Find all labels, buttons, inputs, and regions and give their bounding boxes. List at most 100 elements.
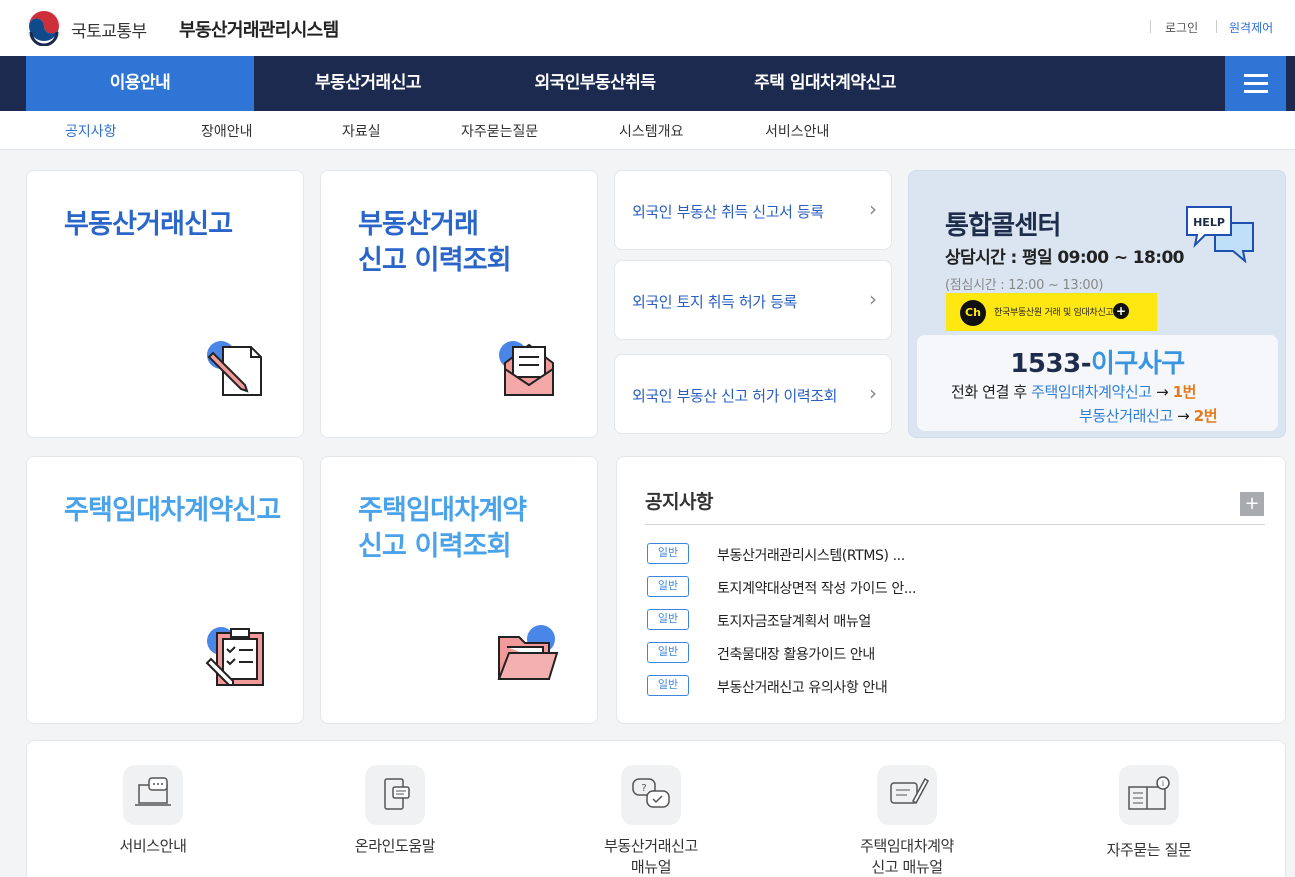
call-route-transaction: 부동산거래신고 → 2번 bbox=[1079, 405, 1218, 426]
notice-badge: 일반 bbox=[647, 543, 689, 564]
top-header: 국토교통부 부동산거래관리시스템 로그인 원격제어 bbox=[0, 0, 1295, 56]
call-center-lunch: (점심시간 : 12:00 ~ 13:00) bbox=[945, 278, 1104, 293]
taegeuk-logo-icon[interactable] bbox=[26, 10, 62, 46]
call-route-key: 2번 bbox=[1193, 407, 1218, 425]
card-title: 부동산거래신고 bbox=[64, 209, 233, 240]
subnav-faq[interactable]: 자주묻는질문 bbox=[461, 121, 538, 141]
nav-item-lease-report[interactable]: 주택 임대차계약신고 bbox=[720, 56, 930, 111]
kakao-channel-icon: Ch bbox=[960, 300, 986, 326]
notice-item[interactable]: 일반 부동산거래관리시스템(RTMS) ... bbox=[647, 543, 1247, 567]
remote-control-link[interactable]: 원격제어 bbox=[1229, 19, 1273, 36]
card-lease-report[interactable]: 주택임대차계약신고 bbox=[26, 456, 304, 724]
quick-link-label: 온라인도움말 bbox=[354, 837, 436, 855]
notice-text: 토지자금조달계획서 매뉴얼 bbox=[717, 614, 871, 630]
login-link[interactable]: 로그인 bbox=[1165, 19, 1198, 36]
card-title: 부동산거래 신고 이력조회 bbox=[358, 207, 512, 279]
kakao-channel-button[interactable]: Ch 한국부동산원 거래 및 임대차신고 + bbox=[946, 293, 1157, 331]
notice-more-button[interactable]: + bbox=[1240, 492, 1264, 516]
subnav-notice[interactable]: 공지사항 bbox=[65, 121, 117, 141]
help-label: HELP bbox=[1193, 216, 1225, 229]
main-nav: 이용안내 부동산거래신고 외국인부동산취득 주택 임대차계약신고 bbox=[0, 56, 1295, 111]
hamburger-icon bbox=[1244, 90, 1268, 93]
card-title: 주택임대차계약 신고 이력조회 bbox=[358, 493, 527, 565]
question-chat-icon: ? bbox=[621, 765, 681, 825]
system-name[interactable]: 부동산거래관리시스템 bbox=[179, 16, 339, 42]
chevron-right-icon: › bbox=[869, 381, 877, 405]
call-center-hours: 상담시간 : 평일 09:00 ~ 18:00 bbox=[945, 248, 1185, 268]
call-number: 1533-이구사구 bbox=[917, 343, 1278, 380]
call-number-panel: 1533-이구사구 전화 연결 후 주택임대차계약신고 → 1번 부동산거래신고… bbox=[917, 335, 1278, 431]
kakao-channel-text: 한국부동산원 거래 및 임대차신고 bbox=[994, 308, 1114, 318]
mobile-chat-icon bbox=[365, 765, 425, 825]
notice-badge: 일반 bbox=[647, 675, 689, 696]
call-route-arrow: → bbox=[1172, 407, 1194, 425]
notice-item[interactable]: 일반 토지계약대상면적 작성 가이드 안... bbox=[647, 576, 1247, 600]
hamburger-icon bbox=[1244, 82, 1268, 85]
notice-text: 부동산거래신고 유의사항 안내 bbox=[717, 680, 888, 696]
quick-link-label-line: 신고 매뉴얼 bbox=[871, 858, 943, 876]
svg-text:i: i bbox=[1162, 779, 1164, 788]
subnav-system-overview[interactable]: 시스템개요 bbox=[619, 121, 683, 141]
subnav-resources[interactable]: 자료실 bbox=[342, 121, 381, 141]
link-label: 외국인 부동산 신고 허가 이력조회 bbox=[632, 387, 838, 405]
notice-item[interactable]: 일반 건축물대장 활용가이드 안내 bbox=[647, 642, 1247, 666]
notice-badge: 일반 bbox=[647, 642, 689, 663]
call-route-arrow: → bbox=[1151, 383, 1173, 401]
call-number-prefix: 1533- bbox=[1010, 349, 1091, 379]
call-route-lease: 전화 연결 후 주택임대차계약신고 → 1번 bbox=[951, 381, 1196, 402]
call-route-service: 주택임대차계약신고 bbox=[1031, 383, 1152, 401]
clipboard-checklist-icon bbox=[205, 627, 264, 686]
subnav-outage[interactable]: 장애안내 bbox=[201, 121, 253, 141]
help-speech-bubble-icon: HELP bbox=[1186, 206, 1254, 263]
call-route-prefix: 전화 연결 후 bbox=[951, 383, 1032, 401]
kakao-plus-icon: + bbox=[1113, 303, 1129, 319]
quick-link-label: 주택임대차계약 신고 매뉴얼 bbox=[842, 836, 972, 877]
notice-panel: 공지사항 + 일반 부동산거래관리시스템(RTMS) ... 일반 토지계약대상… bbox=[616, 456, 1286, 724]
book-info-icon: i bbox=[1119, 765, 1179, 825]
notice-badge: 일반 bbox=[647, 576, 689, 597]
quick-link-label: 서비스안내 bbox=[119, 837, 187, 855]
call-number-word: 이구사구 bbox=[1090, 349, 1185, 379]
card-lease-history[interactable]: 주택임대차계약 신고 이력조회 bbox=[320, 456, 598, 724]
sub-nav: 공지사항 장애안내 자료실 자주묻는질문 시스템개요 서비스안내 bbox=[0, 111, 1295, 150]
nav-item-foreign-acquisition[interactable]: 외국인부동산취득 bbox=[490, 56, 700, 111]
card-title-line: 신고 이력조회 bbox=[358, 245, 512, 276]
link-label: 외국인 토지 취득 허가 등록 bbox=[632, 293, 797, 311]
link-foreign-acquisition-register[interactable]: 외국인 부동산 취득 신고서 등록 › bbox=[614, 170, 892, 250]
svg-text:?: ? bbox=[641, 783, 646, 794]
menu-button[interactable] bbox=[1225, 56, 1286, 111]
chevron-right-icon: › bbox=[869, 197, 877, 221]
quick-link-label: 자주묻는 질문 bbox=[1106, 841, 1192, 859]
quick-link-label-line: 매뉴얼 bbox=[630, 858, 672, 876]
card-transaction-history[interactable]: 부동산거래 신고 이력조회 bbox=[320, 170, 598, 438]
nav-item-transaction-report[interactable]: 부동산거래신고 bbox=[268, 56, 468, 111]
call-route-service: 부동산거래신고 bbox=[1079, 407, 1173, 425]
notice-badge: 일반 bbox=[647, 609, 689, 630]
notice-title: 공지사항 bbox=[645, 491, 713, 513]
notice-item[interactable]: 일반 부동산거래신고 유의사항 안내 bbox=[647, 675, 1247, 699]
call-route-key: 1번 bbox=[1172, 383, 1197, 401]
divider bbox=[645, 524, 1265, 525]
link-foreign-permit-history[interactable]: 외국인 부동산 신고 허가 이력조회 › bbox=[614, 354, 892, 434]
card-title-line: 신고 이력조회 bbox=[358, 531, 512, 562]
link-foreign-land-permit[interactable]: 외국인 토지 취득 허가 등록 › bbox=[614, 260, 892, 340]
quick-link-label-line: 주택임대차계약 bbox=[860, 837, 954, 855]
divider bbox=[1150, 20, 1151, 33]
notice-text: 토지계약대상면적 작성 가이드 안... bbox=[717, 581, 917, 597]
subnav-service-guide[interactable]: 서비스안내 bbox=[765, 121, 829, 141]
chevron-right-icon: › bbox=[869, 287, 877, 311]
quick-links-bar: 서비스안내 온라인도움말 ? 부동산거래신고 매뉴얼 주택임대차계약 신고 매뉴… bbox=[26, 740, 1286, 877]
hamburger-icon bbox=[1244, 74, 1268, 77]
nav-item-guide[interactable]: 이용안내 bbox=[26, 56, 254, 111]
ministry-name[interactable]: 국토교통부 bbox=[71, 17, 147, 42]
notice-text: 부동산거래관리시스템(RTMS) ... bbox=[717, 548, 905, 564]
open-folder-icon bbox=[497, 625, 559, 680]
notice-item[interactable]: 일반 토지자금조달계획서 매뉴얼 bbox=[647, 609, 1247, 633]
call-center-title: 통합콜센터 bbox=[945, 211, 1061, 241]
laptop-chat-icon bbox=[123, 765, 183, 825]
card-transaction-report[interactable]: 부동산거래신고 bbox=[26, 170, 304, 438]
card-title-line: 주택임대차계약 bbox=[358, 495, 527, 526]
quick-link-label-line: 부동산거래신고 bbox=[604, 837, 698, 855]
divider bbox=[1216, 20, 1217, 33]
quick-link-label: 부동산거래신고 매뉴얼 bbox=[586, 836, 716, 877]
